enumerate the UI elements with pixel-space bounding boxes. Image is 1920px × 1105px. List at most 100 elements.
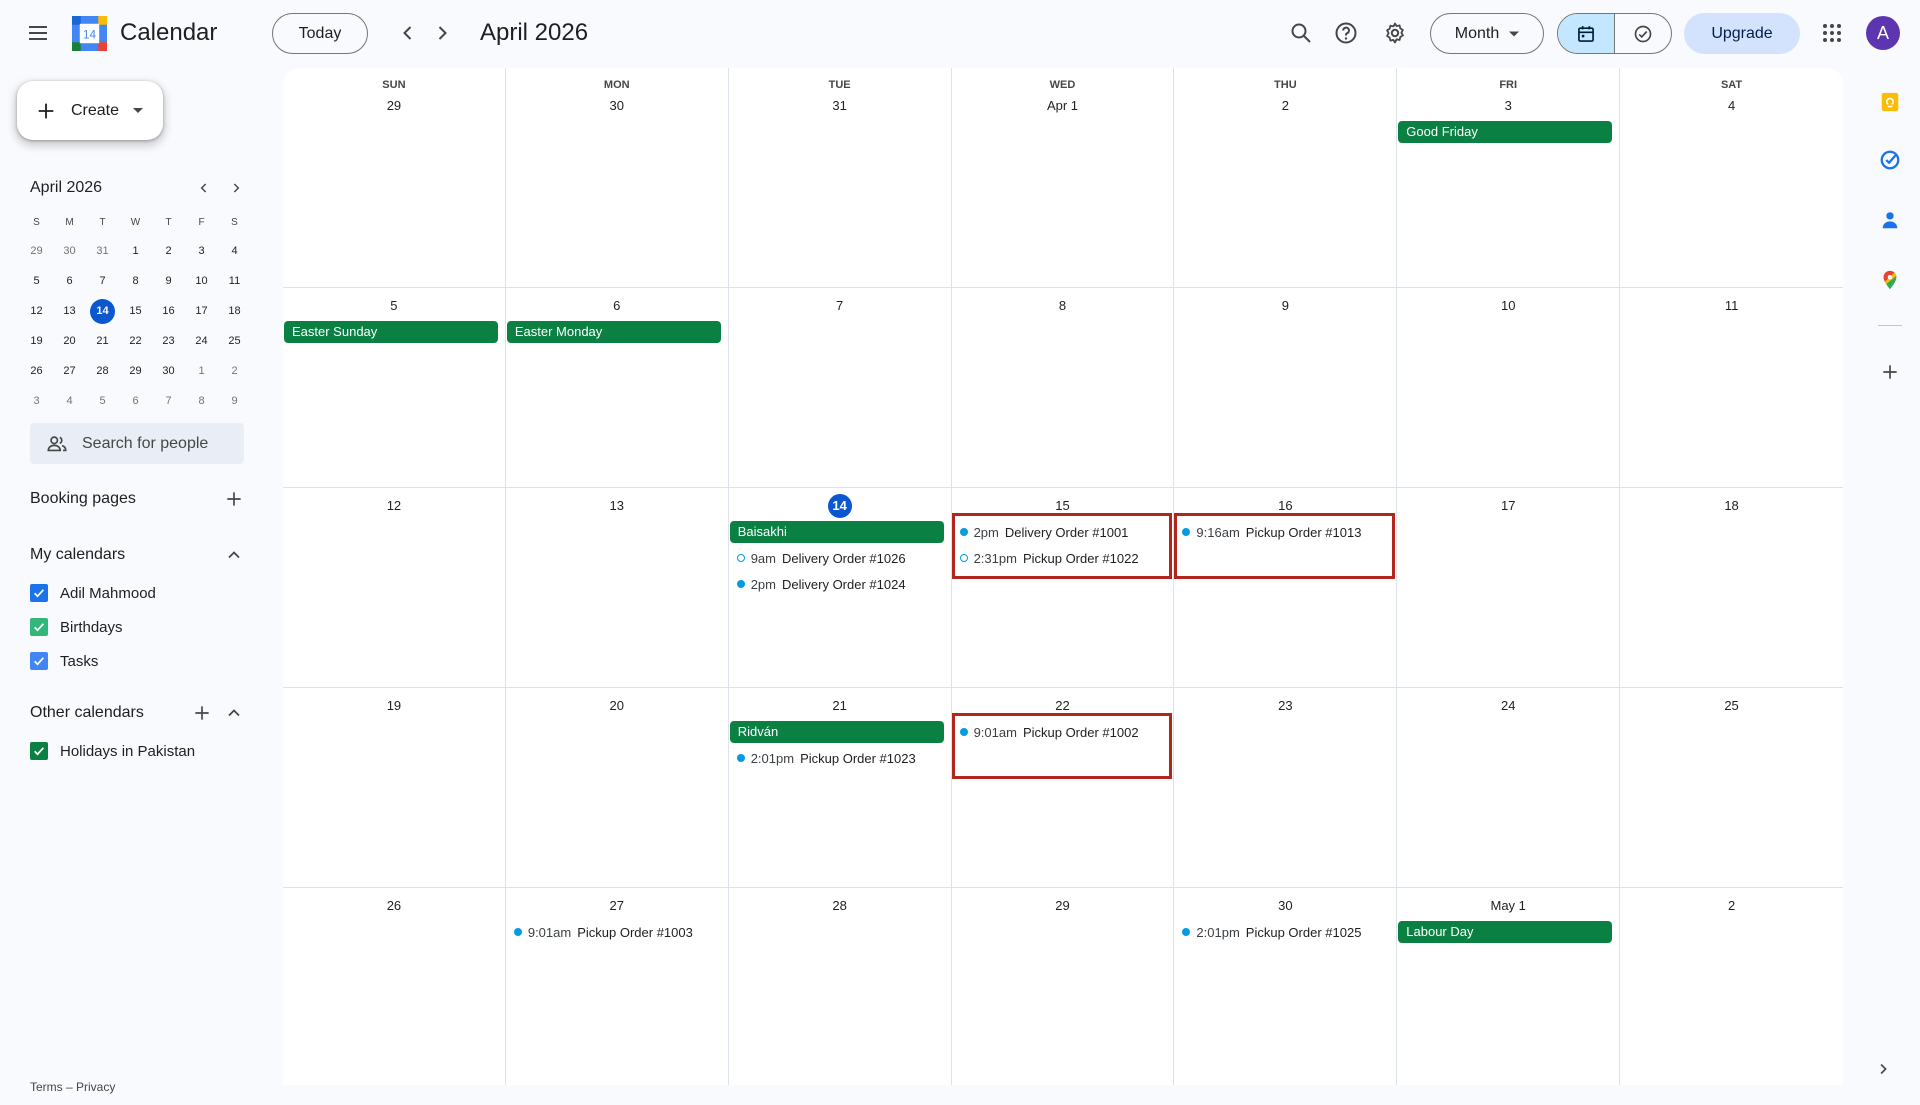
day-cell[interactable]: 14 Baisakhi 9am Delivery Order #1026 2pm Deli…: [729, 488, 952, 687]
terms-privacy-links[interactable]: Terms – Privacy: [30, 1080, 115, 1094]
mini-day[interactable]: 4: [218, 236, 251, 266]
day-number[interactable]: 24: [1397, 698, 1619, 713]
mini-day[interactable]: 14: [86, 296, 119, 326]
day-number[interactable]: 3: [1397, 98, 1619, 113]
account-avatar[interactable]: A: [1866, 16, 1900, 50]
mini-day[interactable]: 9: [218, 386, 251, 416]
day-cell[interactable]: 22 9:01am Pickup Order #1002: [951, 688, 1175, 887]
mini-day[interactable]: 3: [20, 386, 53, 416]
get-addons-button[interactable]: [1866, 348, 1914, 396]
day-number[interactable]: 6: [506, 298, 728, 313]
other-calendars-header[interactable]: Other calendars: [30, 699, 244, 727]
holiday-event-chip[interactable]: Easter Sunday: [284, 321, 498, 343]
day-cell[interactable]: 21 Ridván 2:01pm Pickup Order #1023: [729, 688, 952, 887]
day-cell[interactable]: 19: [283, 688, 506, 887]
day-cell[interactable]: 29: [952, 888, 1175, 1085]
mini-day[interactable]: 16: [152, 296, 185, 326]
day-cell[interactable]: 8: [952, 288, 1175, 487]
mini-day[interactable]: 6: [53, 266, 86, 296]
mini-day[interactable]: 19: [20, 326, 53, 356]
day-number[interactable]: 22: [952, 698, 1174, 713]
create-button[interactable]: Create: [17, 81, 163, 140]
holiday-event-chip[interactable]: Labour Day: [1398, 921, 1613, 943]
day-number[interactable]: 14: [729, 494, 951, 518]
mini-day[interactable]: 27: [53, 356, 86, 386]
mini-day[interactable]: 22: [119, 326, 152, 356]
help-button[interactable]: [1322, 9, 1370, 57]
mini-day[interactable]: 31: [86, 236, 119, 266]
day-number[interactable]: 4: [1620, 98, 1843, 113]
event-chip[interactable]: 9am Delivery Order #1026: [736, 547, 947, 569]
day-number[interactable]: 31: [729, 98, 951, 113]
day-cell[interactable]: 16 9:16am Pickup Order #1013: [1174, 488, 1398, 687]
day-number[interactable]: 19: [283, 698, 505, 713]
day-cell[interactable]: 20: [506, 688, 729, 887]
day-number[interactable]: 11: [1620, 298, 1843, 313]
day-number[interactable]: May 1: [1397, 898, 1619, 913]
day-number[interactable]: 12: [283, 498, 505, 513]
mini-day[interactable]: 1: [185, 356, 218, 386]
mini-day[interactable]: 29: [20, 236, 53, 266]
day-cell[interactable]: 26: [283, 888, 506, 1085]
checkbox[interactable]: [30, 584, 48, 602]
mini-day[interactable]: 12: [20, 296, 53, 326]
mini-day[interactable]: 17: [185, 296, 218, 326]
mini-day[interactable]: 7: [152, 386, 185, 416]
mini-day[interactable]: 25: [218, 326, 251, 356]
mini-day[interactable]: 30: [53, 236, 86, 266]
day-number[interactable]: 18: [1620, 498, 1843, 513]
mini-day[interactable]: 15: [119, 296, 152, 326]
calendar-view-toggle[interactable]: [1558, 14, 1614, 53]
view-switcher-dropdown[interactable]: Month: [1430, 13, 1544, 54]
upgrade-button[interactable]: Upgrade: [1684, 13, 1800, 54]
day-number[interactable]: 8: [952, 298, 1174, 313]
mini-day[interactable]: 4: [53, 386, 86, 416]
mini-day[interactable]: 5: [86, 386, 119, 416]
day-cell[interactable]: TUE 31: [729, 68, 952, 287]
day-cell[interactable]: MON 30: [506, 68, 729, 287]
calendar-item[interactable]: Birthdays: [30, 613, 123, 641]
day-cell[interactable]: 15 2pm Delivery Order #1001 2:31pm Pickup Or…: [951, 488, 1175, 687]
event-chip[interactable]: 2pm Delivery Order #1024: [736, 573, 947, 595]
day-cell[interactable]: 10: [1397, 288, 1621, 487]
holiday-event-chip[interactable]: Easter Monday: [506, 321, 721, 343]
next-period-button[interactable]: [418, 9, 466, 57]
mini-next-month-button[interactable]: [222, 174, 250, 202]
mini-day[interactable]: 9: [152, 266, 185, 296]
day-number[interactable]: 16: [1174, 498, 1396, 513]
day-number[interactable]: 27: [506, 898, 728, 913]
mini-day[interactable]: 24: [185, 326, 218, 356]
day-number[interactable]: 28: [729, 898, 951, 913]
keep-button[interactable]: [1866, 78, 1914, 126]
mini-day[interactable]: 20: [53, 326, 86, 356]
day-number[interactable]: 5: [283, 298, 505, 313]
mini-day[interactable]: 29: [119, 356, 152, 386]
day-number[interactable]: 30: [1174, 898, 1396, 913]
my-calendars-header[interactable]: My calendars: [30, 541, 244, 569]
day-cell[interactable]: 12: [283, 488, 506, 687]
google-apps-button[interactable]: [1808, 9, 1856, 57]
holiday-event-chip[interactable]: Ridván: [729, 721, 944, 743]
day-cell[interactable]: SUN 29: [283, 68, 506, 287]
day-number[interactable]: 29: [952, 898, 1174, 913]
day-cell[interactable]: 30 2:01pm Pickup Order #1025: [1174, 888, 1398, 1085]
event-chip[interactable]: 2:01pm Pickup Order #1023: [736, 747, 947, 769]
settings-button[interactable]: [1371, 9, 1419, 57]
day-cell[interactable]: 27 9:01am Pickup Order #1003: [506, 888, 729, 1085]
day-cell[interactable]: 23: [1174, 688, 1398, 887]
day-number[interactable]: 2: [1620, 898, 1843, 913]
holiday-event-chip[interactable]: Good Friday: [1398, 121, 1613, 143]
calendar-item[interactable]: Tasks: [30, 647, 98, 675]
chevron-up-icon[interactable]: [224, 703, 244, 723]
today-button[interactable]: Today: [272, 13, 368, 54]
mini-prev-month-button[interactable]: [190, 174, 218, 202]
day-number[interactable]: 7: [729, 298, 951, 313]
day-number[interactable]: 21: [729, 698, 951, 713]
day-cell[interactable]: 6 Easter Monday: [506, 288, 729, 487]
day-number[interactable]: 29: [283, 98, 505, 113]
calendar-item[interactable]: Holidays in Pakistan: [30, 737, 195, 765]
checkbox[interactable]: [30, 652, 48, 670]
day-cell[interactable]: 9: [1174, 288, 1398, 487]
day-cell[interactable]: SAT 4: [1620, 68, 1843, 287]
main-menu-button[interactable]: [14, 9, 62, 57]
